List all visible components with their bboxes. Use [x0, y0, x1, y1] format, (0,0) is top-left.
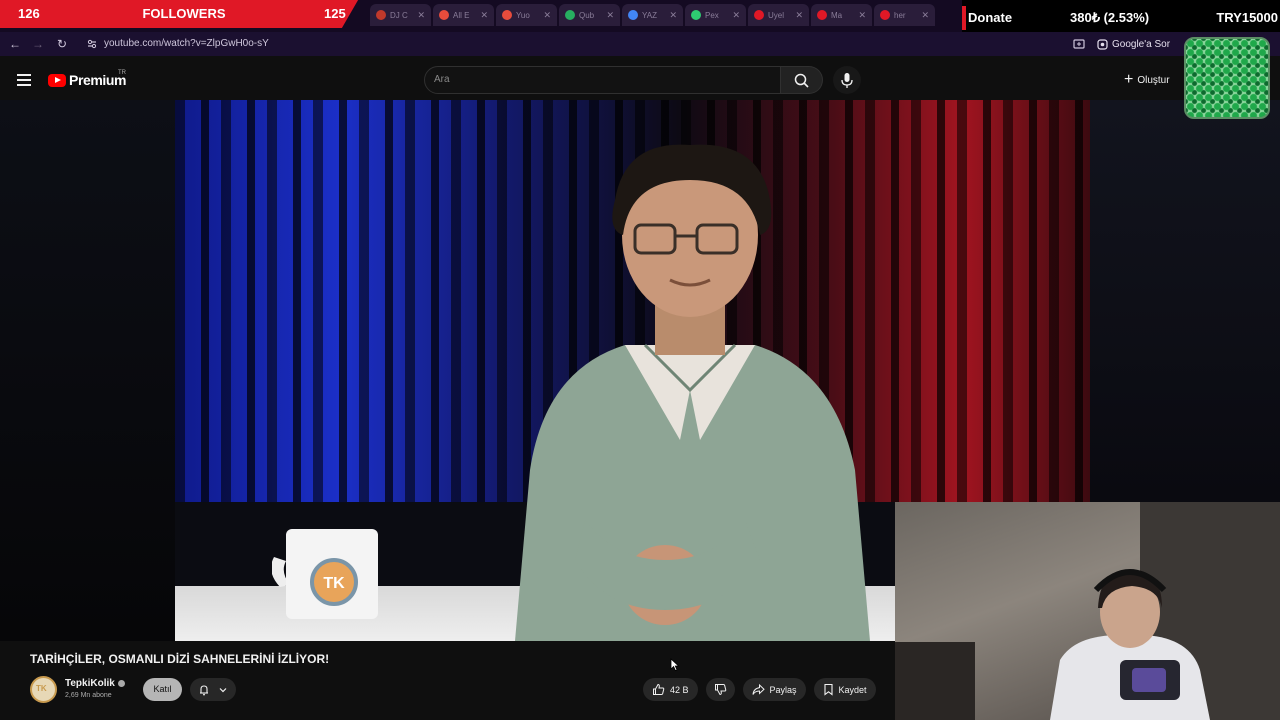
- browser-tab[interactable]: Yuo ✕: [496, 4, 557, 26]
- thumbs-up-icon: [653, 683, 665, 695]
- search-input[interactable]: Ara: [424, 66, 781, 94]
- mouse-cursor-icon: [670, 658, 680, 672]
- share-icon: [752, 683, 765, 695]
- close-tab-icon[interactable]: ✕: [606, 10, 614, 21]
- tab-title: DJ C: [390, 10, 408, 20]
- tab-favicon: [565, 10, 575, 20]
- tab-title: Yuo: [516, 10, 530, 20]
- close-tab-icon[interactable]: ✕: [417, 10, 425, 21]
- search-button[interactable]: [781, 66, 823, 94]
- streamer-figure: [1050, 569, 1210, 720]
- browser-tab[interactable]: Ma ✕: [811, 4, 872, 26]
- donate-goal-progress: 380₺ (2.53%): [1070, 10, 1150, 25]
- browser-tab[interactable]: her ✕: [874, 4, 935, 26]
- bell-icon: [200, 684, 208, 695]
- browser-tab[interactable]: DJ C ✕: [370, 4, 431, 26]
- browser-tab[interactable]: All E ✕: [433, 4, 494, 26]
- close-tab-icon[interactable]: ✕: [732, 10, 740, 21]
- reload-icon[interactable]: ↻: [54, 36, 70, 52]
- tab-title: Ma: [831, 10, 843, 20]
- verified-badge-icon: [118, 680, 125, 687]
- donation-overlay: Donate 380₺ (2.53%) TRY15000: [962, 0, 1280, 36]
- google-ask-label: Google'a Sor: [1112, 38, 1171, 50]
- hamburger-menu-icon[interactable]: [17, 74, 31, 86]
- voice-search-button[interactable]: [833, 66, 861, 94]
- share-button[interactable]: Paylaş: [742, 678, 806, 701]
- player-letterbox-right: [1090, 100, 1280, 502]
- donate-goal-total: TRY15000: [1216, 10, 1278, 25]
- bookmark-icon: [823, 683, 833, 696]
- tab-list: DJ C ✕ All E ✕ Yuo ✕ Qub ✕ YAZ ✕ Pex ✕ Uyel ✕ Ma ✕ her ✕: [370, 4, 935, 26]
- dislike-button[interactable]: [705, 678, 735, 701]
- thumbs-down-icon: [714, 684, 726, 696]
- address-bar: ← → ↻ youtube.com/watch?v=ZlpGwH0o-sY Go…: [0, 32, 1280, 56]
- close-tab-icon[interactable]: ✕: [543, 10, 551, 21]
- subscriber-count: 2,69 Mn abone: [65, 692, 112, 699]
- youtube-play-icon: [48, 73, 66, 87]
- video-presenter: [515, 144, 870, 641]
- site-settings-icon[interactable]: [86, 38, 98, 50]
- chevron-down-icon: [219, 687, 227, 692]
- like-count: 42 B: [670, 684, 689, 695]
- followers-count-right: 125: [324, 6, 346, 21]
- player-letterbox-left: [0, 100, 175, 641]
- forward-arrow-icon[interactable]: →: [30, 36, 46, 52]
- tab-favicon: [754, 10, 764, 20]
- tab-title: All E: [453, 10, 470, 20]
- browser-tab[interactable]: Uyel ✕: [748, 4, 809, 26]
- url-field[interactable]: youtube.com/watch?v=ZlpGwH0o-sY: [104, 38, 269, 49]
- tab-title: Pex: [705, 10, 719, 20]
- followers-label: FOLLOWERS: [142, 6, 226, 21]
- close-tab-icon[interactable]: ✕: [480, 10, 488, 21]
- tab-favicon: [817, 10, 827, 20]
- youtube-premium-logo[interactable]: Premium: [48, 72, 127, 88]
- tk-logo-mug: TK: [272, 529, 378, 619]
- create-label: Oluştur: [1137, 74, 1170, 86]
- plus-icon: +: [1124, 71, 1134, 88]
- tab-title: Qub: [579, 10, 595, 20]
- country-code: TR: [118, 70, 126, 76]
- back-arrow-icon[interactable]: ←: [7, 36, 23, 52]
- tab-favicon: [376, 10, 386, 20]
- browser-tab[interactable]: Qub ✕: [559, 4, 620, 26]
- tab-favicon: [880, 10, 890, 20]
- donate-label: Donate: [968, 10, 1013, 25]
- browser-tab-strip: 126 FOLLOWERS 125 DJ C ✕ All E ✕ Yuo ✕ Qub ✕ YAZ…: [0, 0, 1280, 36]
- tab-favicon: [691, 10, 701, 20]
- join-button[interactable]: Katıl: [143, 678, 182, 701]
- subscription-bell-button[interactable]: [190, 678, 236, 701]
- tab-favicon: [439, 10, 449, 20]
- close-tab-icon[interactable]: ✕: [921, 10, 929, 21]
- tab-title: her: [894, 10, 906, 20]
- like-button[interactable]: 42 B: [643, 678, 698, 701]
- close-tab-icon[interactable]: ✕: [858, 10, 866, 21]
- save-button[interactable]: Kaydet: [813, 678, 876, 701]
- browser-tab[interactable]: YAZ ✕: [622, 4, 683, 26]
- donate-accent: [962, 6, 966, 30]
- google-lens-icon: [1097, 38, 1108, 50]
- share-label: Paylaş: [769, 684, 797, 695]
- google-ask-button[interactable]: Google'a Sor: [1097, 36, 1170, 52]
- google-icon: [628, 10, 638, 20]
- save-label: Kaydet: [838, 684, 867, 695]
- cast-icon[interactable]: [1072, 37, 1086, 51]
- svg-text:TK: TK: [323, 575, 345, 592]
- sticker-widget: [1184, 37, 1270, 119]
- browser-tab[interactable]: Pex ✕: [685, 4, 746, 26]
- create-button[interactable]: + Oluştur: [1118, 68, 1176, 92]
- channel-avatar-initials: TK: [36, 684, 47, 693]
- search-icon: [794, 73, 809, 88]
- video-title: TARİHÇİLER, OSMANLI DİZİ SAHNELERİNİ İZL…: [30, 652, 330, 666]
- tab-favicon: [502, 10, 512, 20]
- close-tab-icon[interactable]: ✕: [669, 10, 677, 21]
- video-actions: 42 B Paylaş Kaydet: [643, 678, 876, 701]
- followers-overlay: 126 FOLLOWERS 125: [0, 0, 368, 28]
- channel-name-link[interactable]: TepkiKolik: [65, 678, 115, 689]
- close-tab-icon[interactable]: ✕: [795, 10, 803, 21]
- microphone-icon: [841, 73, 853, 88]
- tab-title: YAZ: [642, 10, 657, 20]
- tab-title: Uyel: [768, 10, 785, 20]
- youtube-header: Premium TR Ara + Oluştur: [0, 56, 1280, 100]
